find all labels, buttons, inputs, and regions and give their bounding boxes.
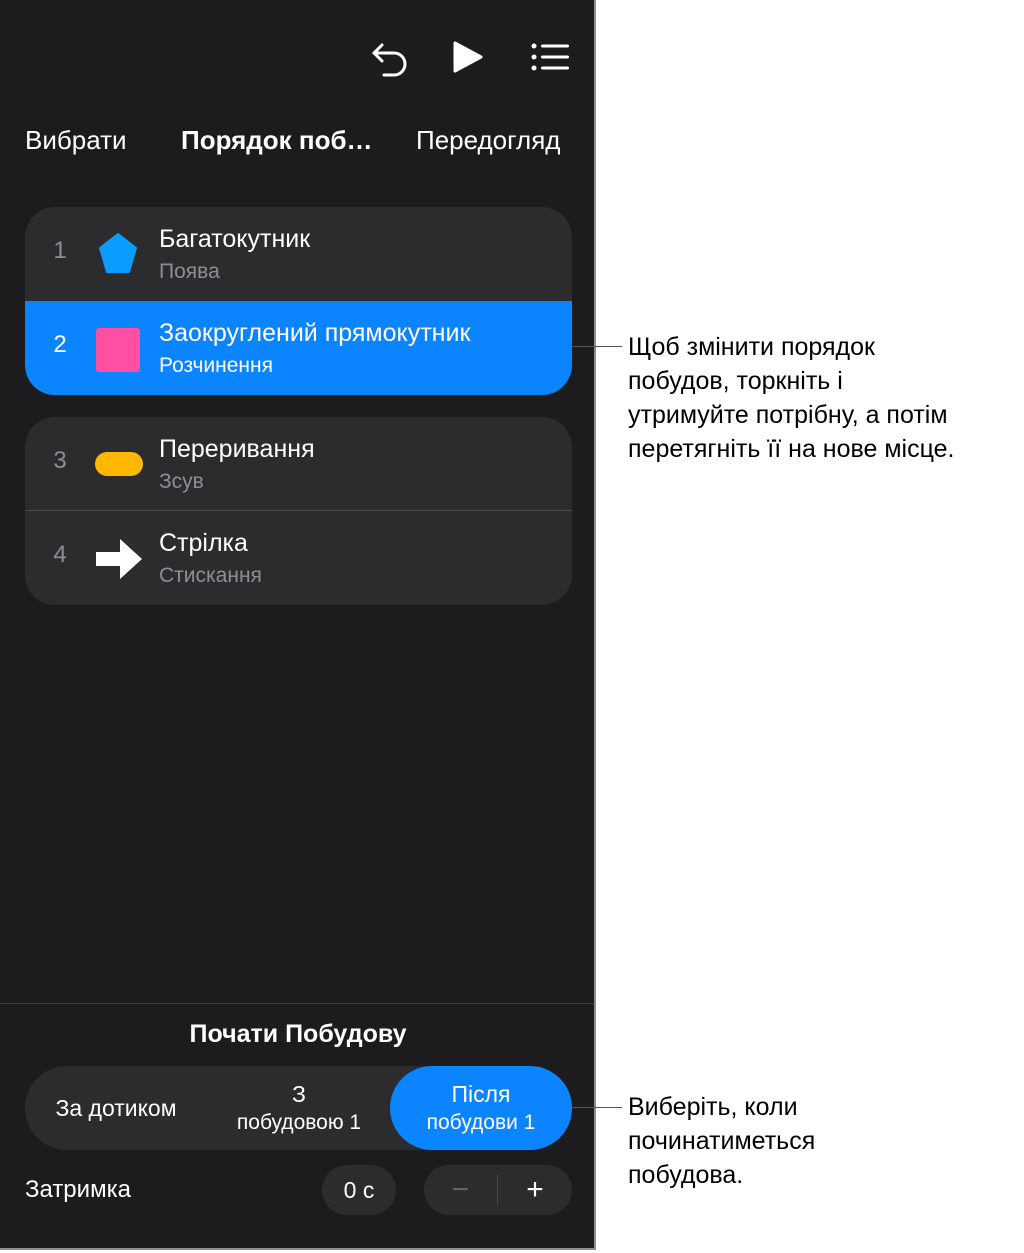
arrow-right-icon — [96, 539, 142, 579]
play-icon[interactable] — [452, 40, 484, 74]
rounded-square-icon — [96, 328, 140, 372]
build-title: Заокруглений прямокутник — [159, 319, 471, 347]
build-effect: Поява — [159, 260, 220, 283]
tab-preview[interactable]: Передогляд — [416, 125, 560, 156]
callout-start: Виберіть, коли починатиметься побудова. — [628, 1093, 816, 1189]
option-with-build[interactable]: З побудовою 1 — [207, 1066, 391, 1150]
option-label: З — [292, 1081, 306, 1107]
section-divider — [0, 1003, 594, 1004]
build-number: 1 — [53, 237, 67, 264]
pentagon-icon — [99, 233, 137, 273]
build-effect: Стискання — [159, 564, 262, 587]
build-row-3[interactable]: 3 Переривання Зсув — [25, 417, 572, 511]
build-number: 4 — [53, 541, 67, 568]
build-title: Багатокутник — [159, 225, 311, 253]
build-effect: Розчинення — [159, 354, 273, 377]
increment-button[interactable]: + — [498, 1165, 572, 1215]
build-number: 2 — [53, 331, 67, 358]
build-number: 3 — [53, 447, 67, 474]
option-label: За дотиком — [55, 1094, 177, 1121]
option-on-tap[interactable]: За дотиком — [25, 1066, 207, 1150]
delay-stepper: − + — [424, 1165, 572, 1215]
callout-line-reorder — [572, 346, 622, 347]
build-row-1[interactable]: 1 Багатокутник Поява — [25, 207, 572, 301]
tab-select[interactable]: Вибрати — [25, 125, 127, 156]
pill-icon — [95, 452, 143, 476]
list-icon[interactable] — [530, 42, 570, 72]
delay-label: Затримка — [25, 1176, 131, 1203]
build-row-2[interactable]: 2 Заокруглений прямокутник Розчинення — [25, 301, 572, 395]
undo-icon[interactable] — [370, 40, 410, 78]
build-title: Стрілка — [159, 529, 248, 557]
start-build-segmented-control: За дотиком З побудовою 1 Після побудови … — [25, 1066, 572, 1150]
callout-line-start — [572, 1107, 622, 1108]
callout-reorder: Щоб змінити порядок побудов, торкніть і … — [628, 333, 955, 463]
option-label: Після — [451, 1081, 511, 1107]
option-after-build[interactable]: Після побудови 1 — [390, 1066, 572, 1150]
build-title: Переривання — [159, 435, 315, 463]
decrement-button[interactable]: − — [424, 1165, 497, 1215]
option-sublabel: побудовою 1 — [236, 1111, 362, 1134]
build-order-panel: Вибрати Порядок поб… Передогляд 1 Багато… — [0, 0, 596, 1250]
tab-build-order[interactable]: Порядок поб… — [181, 125, 373, 156]
build-group-1: 1 Багатокутник Поява 2 Заокруглений прям… — [25, 207, 572, 395]
delay-value-field[interactable]: 0 с — [322, 1165, 396, 1215]
build-effect: Зсув — [159, 470, 204, 493]
build-group-2: 3 Переривання Зсув 4 Стрілка Стискання — [25, 417, 572, 605]
option-sublabel: побудови 1 — [426, 1111, 536, 1134]
start-build-title: Почати Побудову — [189, 1020, 407, 1048]
build-row-4[interactable]: 4 Стрілка Стискання — [25, 511, 572, 605]
tab-bar: Вибрати Порядок поб… Передогляд — [0, 125, 594, 165]
